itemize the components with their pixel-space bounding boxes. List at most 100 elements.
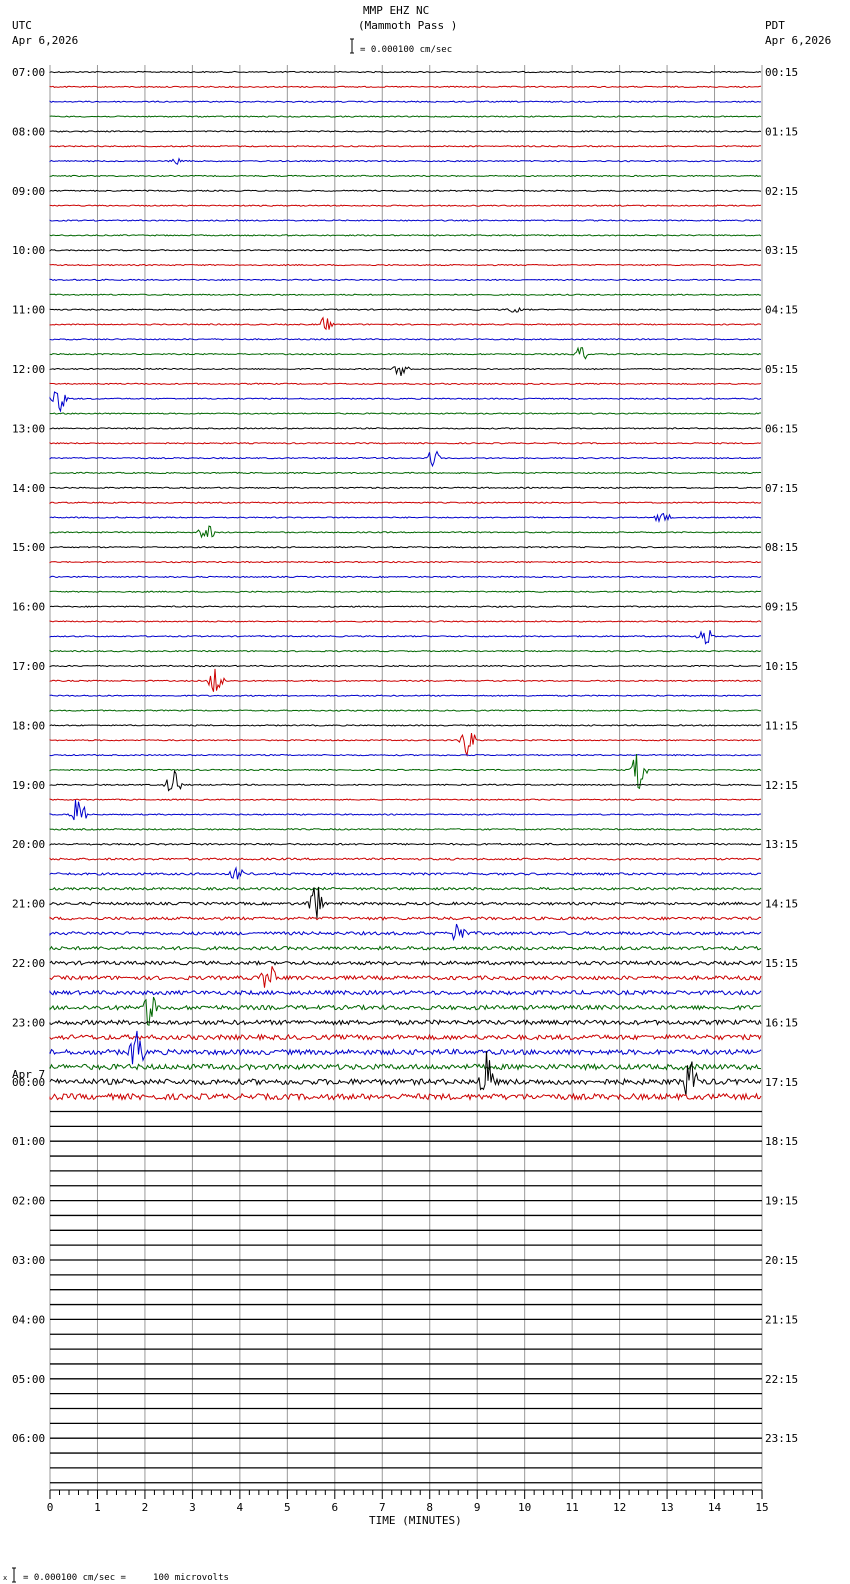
pdt-hour-label: 06:15	[765, 422, 798, 435]
utc-hour-label: 18:00	[12, 719, 45, 732]
trace-row-51	[49, 827, 762, 831]
utc-hour-label: 10:00	[12, 244, 45, 257]
trace-row-22	[49, 391, 762, 413]
trace-row-9	[49, 204, 762, 207]
helicorder-plot: MMP EHZ NC (Mammoth Pass ) UTC Apr 6,202…	[0, 0, 850, 1584]
utc-hour-label: 14:00	[12, 482, 45, 495]
left-date: Apr 6,2026	[12, 34, 78, 47]
trace-row-46	[49, 753, 762, 757]
trace-row-33	[49, 560, 762, 564]
pdt-hour-label: 02:15	[765, 185, 798, 198]
pdt-hour-label: 19:15	[765, 1195, 798, 1208]
trace-row-24	[49, 427, 761, 430]
footer-scale-bar-icon	[12, 1567, 16, 1583]
utc-hour-label: 08:00	[12, 125, 45, 138]
pdt-hour-label: 09:15	[765, 601, 798, 614]
trace-row-12	[49, 248, 762, 252]
trace-row-25	[49, 442, 762, 445]
trace-row-7	[49, 174, 762, 178]
trace-row-34	[49, 575, 762, 579]
x-tick-label: 9	[474, 1501, 481, 1514]
trace-row-39	[49, 649, 762, 653]
trace-row-17	[49, 316, 762, 331]
trace-row-38	[49, 630, 762, 645]
trace-row-8	[49, 189, 762, 193]
pdt-hour-label: 21:15	[765, 1313, 798, 1326]
trace-row-52	[49, 842, 762, 846]
x-tick-label: 11	[566, 1501, 579, 1514]
trace-row-19	[49, 346, 762, 360]
utc-hour-label: 07:00	[12, 66, 45, 79]
utc-hour-label: 16:00	[12, 601, 45, 614]
trace-row-61	[49, 966, 762, 988]
utc-hour-label: 17:00	[12, 660, 45, 673]
trace-row-47	[49, 753, 762, 790]
pdt-hour-label: 20:15	[765, 1254, 798, 1267]
scale-bar-icon	[350, 38, 354, 54]
trace-row-65	[49, 1033, 762, 1042]
utc-hour-label: 23:00	[12, 1016, 45, 1029]
trace-row-2	[49, 100, 762, 103]
x-tick-label: 14	[708, 1501, 722, 1514]
x-tick-label: 4	[237, 1501, 244, 1514]
pdt-hour-label: 14:15	[765, 898, 798, 911]
trace-row-36	[49, 605, 762, 608]
trace-row-20	[49, 366, 762, 376]
trace-row-30	[49, 512, 762, 524]
pdt-hour-label: 15:15	[765, 957, 798, 970]
trace-row-60	[49, 960, 762, 966]
trace-row-35	[49, 590, 762, 593]
trace-row-14	[49, 278, 762, 282]
trace-row-23	[49, 412, 761, 415]
trace-row-42	[49, 694, 762, 697]
pdt-hour-label: 03:15	[765, 244, 798, 257]
utc-hour-label: 03:00	[12, 1254, 45, 1267]
utc-hour-label: 15:00	[12, 541, 45, 554]
right-date: Apr 6,2026	[765, 34, 831, 47]
utc-hour-label: 02:00	[12, 1195, 45, 1208]
pdt-hour-label: 13:15	[765, 838, 798, 851]
utc-hour-label: 11:00	[12, 304, 45, 317]
pdt-hour-label: 17:15	[765, 1076, 798, 1089]
trace-row-0	[49, 70, 762, 74]
trace-row-28	[49, 486, 762, 490]
station-subtitle: (Mammoth Pass )	[358, 19, 457, 32]
trace-row-43	[49, 709, 762, 713]
trace-row-49	[49, 798, 762, 801]
trace-row-57	[49, 916, 762, 921]
trace-row-64	[49, 1018, 762, 1027]
utc-hour-label: 06:00	[12, 1432, 45, 1445]
trace-row-32	[49, 545, 762, 549]
trace-row-18	[49, 338, 761, 341]
trace-row-50	[49, 800, 762, 821]
pdt-hour-label: 11:15	[765, 719, 798, 732]
x-tick-label: 8	[426, 1501, 433, 1514]
pdt-hour-label: 12:15	[765, 779, 798, 792]
trace-row-6	[49, 157, 762, 165]
trace-row-59	[49, 945, 762, 951]
pdt-hour-label: 01:15	[765, 125, 798, 138]
trace-row-27	[49, 471, 762, 475]
footer-mark: x	[3, 1574, 7, 1582]
footer-scale-text: = 0.000100 cm/sec = 100 microvolts	[23, 1573, 229, 1583]
trace-row-53	[49, 857, 762, 861]
trace-row-21	[49, 382, 762, 386]
trace-row-62	[49, 989, 762, 996]
trace-row-40	[49, 664, 762, 668]
pdt-hour-label: 05:15	[765, 363, 798, 376]
trace-row-3	[49, 115, 762, 118]
utc-hour-label: 09:00	[12, 185, 45, 198]
trace-row-5	[49, 145, 761, 148]
trace-row-4	[49, 130, 762, 133]
trace-row-10	[49, 219, 762, 222]
trace-row-29	[49, 501, 762, 505]
utc-hour-label: 22:00	[12, 957, 45, 970]
trace-row-69	[49, 1092, 762, 1102]
pdt-hour-label: 23:15	[765, 1432, 798, 1445]
x-tick-label: 5	[284, 1501, 291, 1514]
x-tick-label: 15	[755, 1501, 768, 1514]
utc-hour-label: 20:00	[12, 838, 45, 851]
trace-row-54	[49, 866, 762, 880]
pdt-hour-label: 07:15	[765, 482, 798, 495]
x-tick-label: 0	[47, 1501, 54, 1514]
